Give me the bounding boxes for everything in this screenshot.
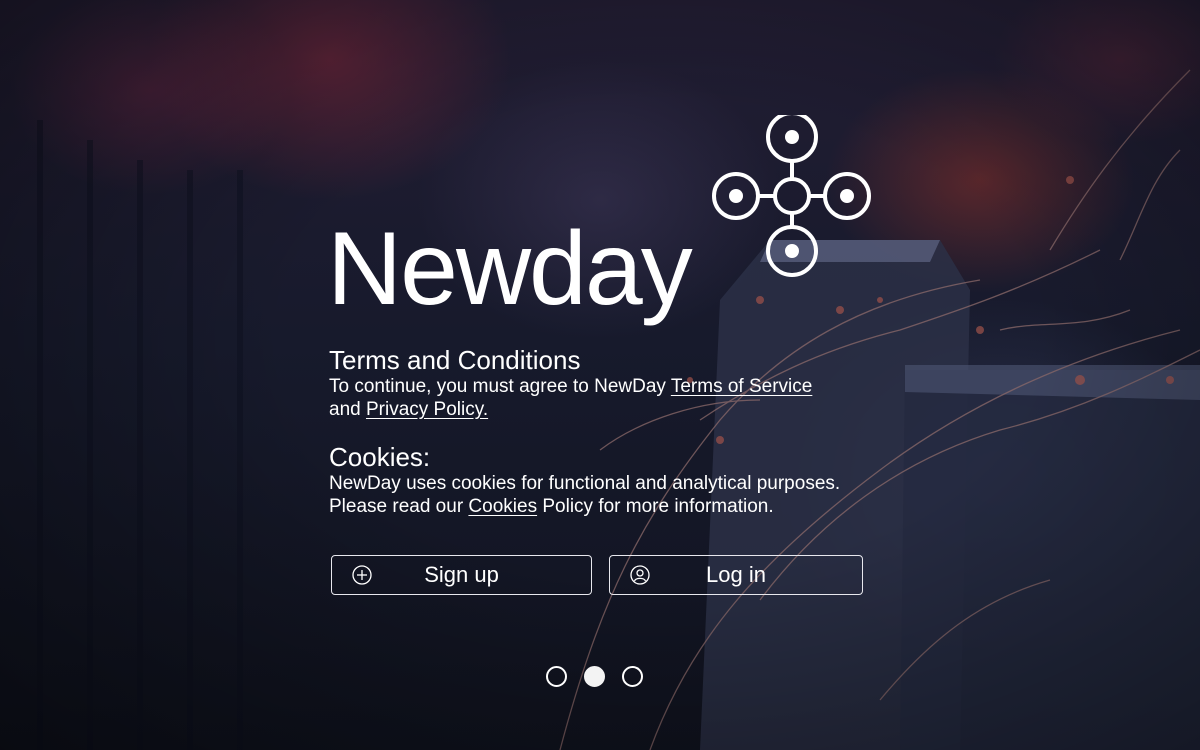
- pagination-dot[interactable]: [584, 666, 605, 687]
- brand-logo: Newday: [327, 115, 887, 345]
- brand-wordmark: Newday: [327, 211, 693, 327]
- log-in-button[interactable]: Log in: [609, 555, 863, 595]
- user-circle-icon: [630, 565, 650, 585]
- brand-logo-mark-icon: [712, 115, 871, 277]
- pagination-dot[interactable]: [622, 666, 643, 687]
- terms-text-line-2: and Privacy Policy.: [329, 398, 889, 421]
- terms-section: Terms and Conditions To continue, you mu…: [329, 345, 889, 421]
- terms-text-and: and: [329, 399, 366, 420]
- terms-text-line-1: To continue, you must agree to NewDay Te…: [329, 375, 889, 398]
- sign-up-button[interactable]: Sign up: [331, 555, 592, 595]
- cookies-text-line-2: Please read our Cookies Policy for more …: [329, 495, 929, 518]
- privacy-policy-link[interactable]: Privacy Policy.: [366, 399, 488, 420]
- cookies-heading: Cookies:: [329, 442, 431, 472]
- terms-text-prefix: To continue, you must agree to NewDay: [329, 376, 671, 397]
- cookies-text-prefix: Please read our: [329, 496, 469, 517]
- terms-of-service-link[interactable]: Terms of Service: [671, 376, 812, 397]
- cookies-text-line-1: NewDay uses cookies for functional and a…: [329, 473, 841, 494]
- cookies-text-suffix: Policy for more information.: [537, 496, 774, 517]
- pagination-dots: [546, 666, 643, 687]
- plus-circle-icon: [352, 565, 372, 585]
- cookies-policy-link[interactable]: Cookies: [468, 496, 537, 517]
- cookies-section: Cookies: NewDay uses cookies for functio…: [329, 442, 929, 518]
- pagination-dot[interactable]: [546, 666, 567, 687]
- terms-heading: Terms and Conditions: [329, 345, 581, 375]
